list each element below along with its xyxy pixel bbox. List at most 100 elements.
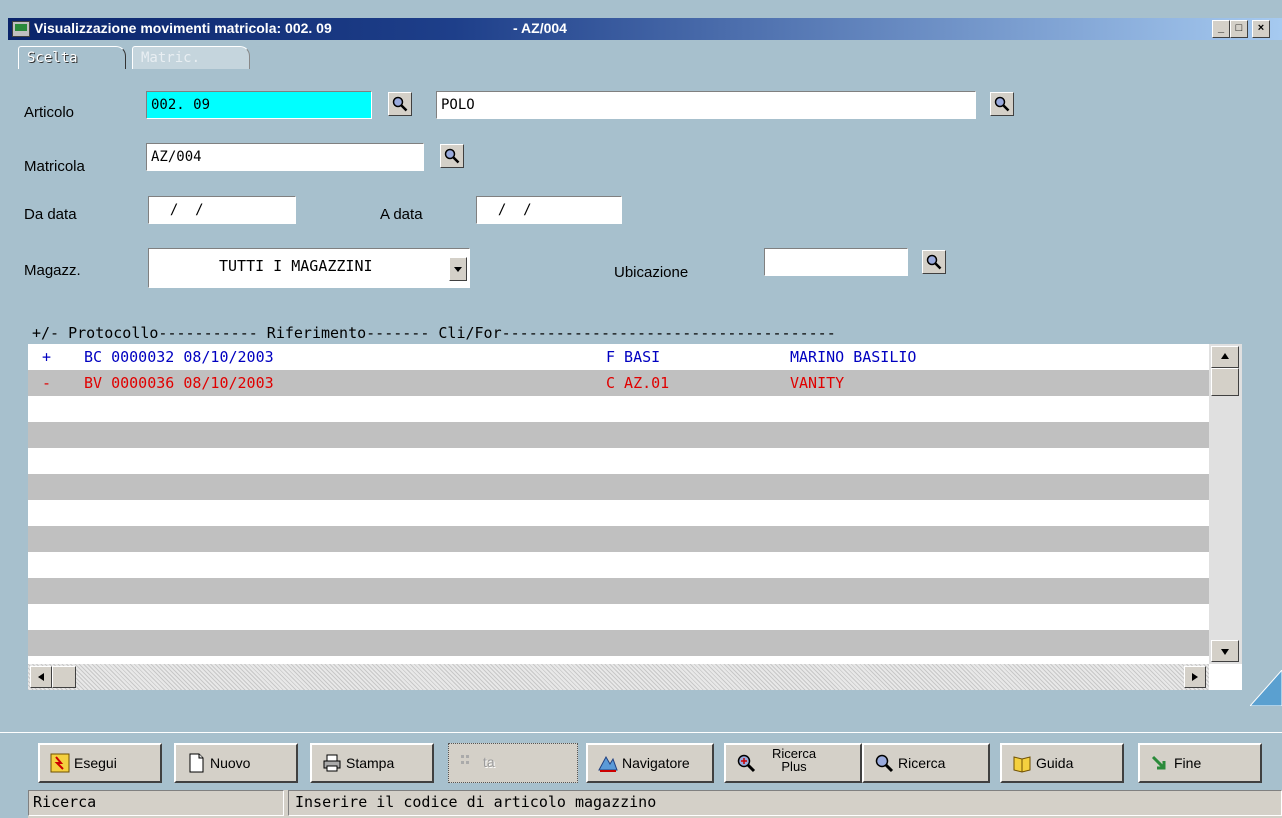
navigator-icon [598, 755, 618, 772]
magnifier-icon [994, 96, 1010, 112]
ubicazione-input[interactable] [764, 248, 908, 276]
magnifier-icon [926, 254, 942, 270]
row-sign: - [42, 374, 52, 392]
nuovo-label: Nuovo [210, 755, 251, 771]
arrow-left-icon [38, 673, 44, 681]
table-row [28, 396, 1209, 422]
matricola-label: Matricola [24, 158, 85, 175]
main-window: Visualizzazione movimenti matricola: 002… [0, 0, 1282, 818]
scroll-left-button[interactable] [30, 666, 52, 688]
ricerca-label: Ricerca [898, 755, 946, 771]
disabled-button: ta [448, 743, 578, 783]
matricola-search-button[interactable] [440, 144, 464, 168]
new-document-icon [189, 753, 204, 773]
fine-button[interactable]: Fine [1138, 743, 1262, 783]
scroll-right-button[interactable] [1184, 666, 1206, 688]
stampa-button[interactable]: Stampa [310, 743, 434, 783]
magazzino-selected-value: TUTTI I MAGAZZINI [219, 257, 373, 275]
ricerca-plus-label: Ricerca Plus [772, 747, 816, 773]
exit-icon [1151, 755, 1166, 770]
articolo-search-button[interactable] [388, 92, 412, 116]
app-icon [12, 21, 30, 37]
book-icon [1013, 756, 1031, 773]
table-row [28, 604, 1209, 630]
table-row [28, 578, 1209, 604]
status-left: Ricerca [28, 790, 284, 816]
row-protocollo: BC 0000032 08/10/2003 [84, 348, 274, 366]
ubicazione-label: Ubicazione [614, 264, 689, 281]
navigatore-button[interactable]: Navigatore [586, 743, 714, 783]
a-data-label: A data [380, 206, 423, 223]
esegui-button[interactable]: Esegui [38, 743, 162, 783]
grid-icon [461, 755, 469, 764]
scroll-down-button[interactable] [1211, 640, 1239, 662]
matricola-input[interactable]: AZ/004 [146, 143, 424, 171]
list-header: +/- Protocollo----------- Riferimento---… [32, 324, 836, 342]
horizontal-scrollbar[interactable] [28, 664, 1209, 690]
table-row [28, 630, 1209, 656]
articolo-desc-input[interactable]: POLO [436, 91, 976, 119]
maximize-button[interactable]: □ [1230, 20, 1248, 38]
table-row [28, 474, 1209, 500]
magazz-label: Magazz. [24, 262, 81, 279]
fine-label: Fine [1174, 755, 1202, 771]
execute-icon [50, 753, 70, 773]
printer-icon [323, 754, 341, 772]
ricerca-plus-line2: Plus [781, 759, 807, 774]
table-row [28, 552, 1209, 578]
table-row[interactable]: + BC 0000032 08/10/2003 F BASI MARINO BA… [28, 344, 1209, 370]
minimize-button[interactable]: _ [1212, 20, 1230, 38]
title-bar: Visualizzazione movimenti matricola: 002… [8, 18, 1282, 40]
row-protocollo: BV 0000036 08/10/2003 [84, 374, 274, 392]
articolo-label: Articolo [24, 104, 75, 121]
table-row [28, 526, 1209, 552]
scroll-up-button[interactable] [1211, 346, 1239, 368]
row-clifor-name: MARINO BASILIO [790, 348, 917, 366]
tab-scelta[interactable]: Scelta [18, 46, 126, 69]
arrow-down-icon [1221, 649, 1229, 655]
table-row [28, 422, 1209, 448]
table-row[interactable]: - BV 0000036 08/10/2003 C AZ.01 VANITY [28, 370, 1209, 396]
guida-button[interactable]: Guida [1000, 743, 1124, 783]
window-title-suffix: - AZ/004 [513, 20, 567, 36]
magnifier-icon [444, 148, 460, 164]
search-plus-icon [737, 754, 756, 773]
arrow-up-icon [1221, 353, 1229, 359]
da-data-label: Da data [24, 206, 77, 223]
chevron-down-icon[interactable] [449, 257, 467, 281]
a-data-input[interactable]: / / [476, 196, 622, 224]
movements-list[interactable]: + BC 0000032 08/10/2003 F BASI MARINO BA… [28, 344, 1242, 690]
search-icon [875, 754, 894, 773]
row-clifor-name: VANITY [790, 374, 845, 392]
status-bar: Ricerca Inserire il codice di articolo m… [28, 790, 1282, 818]
magnifier-icon [392, 96, 408, 112]
navigatore-label: Navigatore [622, 755, 690, 771]
ubicazione-search-button[interactable] [922, 250, 946, 274]
disabled-label: ta [483, 754, 495, 770]
articolo-desc-search-button[interactable] [990, 92, 1014, 116]
vertical-scrollbar[interactable] [1209, 344, 1242, 664]
row-clifor-code: C AZ.01 [606, 374, 670, 392]
ricerca-plus-button[interactable]: Ricerca Plus [724, 743, 862, 783]
arrow-right-icon [1192, 673, 1198, 681]
esegui-label: Esegui [74, 755, 117, 771]
status-message: Inserire il codice di articolo magazzino [288, 790, 1282, 816]
window-title: Visualizzazione movimenti matricola: 002… [34, 20, 332, 36]
tab-matric[interactable]: Matric. [132, 46, 250, 69]
scroll-thumb[interactable] [1211, 368, 1239, 396]
table-row [28, 500, 1209, 526]
row-sign: + [42, 348, 52, 366]
row-clifor-code: F BASI [606, 348, 661, 366]
guida-label: Guida [1036, 755, 1074, 771]
close-button[interactable]: × [1252, 20, 1270, 38]
magazzino-select[interactable]: TUTTI I MAGAZZINI [148, 248, 470, 288]
resize-corner-icon[interactable] [1250, 670, 1282, 706]
ricerca-button[interactable]: Ricerca [862, 743, 990, 783]
table-row [28, 448, 1209, 474]
bottom-toolbar: Esegui Nuovo Stampa ta Navigatore Ricerc… [0, 732, 1282, 789]
hscroll-thumb[interactable] [52, 666, 76, 688]
nuovo-button[interactable]: Nuovo [174, 743, 298, 783]
da-data-input[interactable]: / / [148, 196, 296, 224]
stampa-label: Stampa [346, 755, 395, 771]
articolo-code-input[interactable]: 002. 09 [146, 91, 372, 119]
